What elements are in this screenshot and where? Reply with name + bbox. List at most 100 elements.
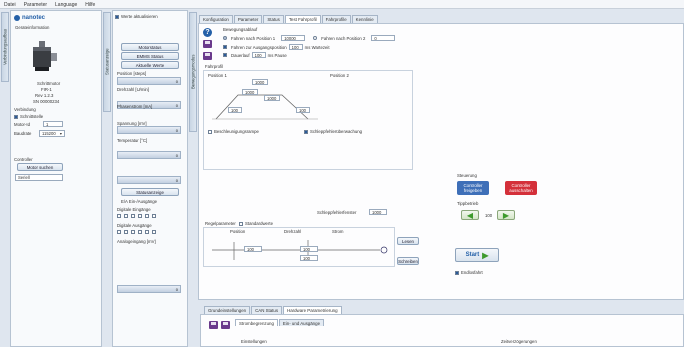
bottom-delay-label: Zeitverzögerungen bbox=[501, 339, 537, 344]
position2-label: Fahren nach Position 2 bbox=[321, 35, 366, 41]
motor-image bbox=[29, 39, 59, 75]
position-value: 0 bbox=[175, 79, 178, 84]
endless-check[interactable]: Endlosfahrt bbox=[455, 270, 483, 275]
error-status-button[interactable]: EMMS Status bbox=[121, 52, 179, 60]
checkbox-icon[interactable] bbox=[115, 14, 119, 19]
vtab-status[interactable]: Statusanzeige bbox=[103, 12, 111, 112]
col-current: Strom bbox=[332, 229, 344, 234]
drift-check[interactable]: Schleppfehlerüberwachung bbox=[304, 129, 362, 134]
device-serial: SN 00000234 bbox=[33, 99, 60, 104]
accel-check[interactable]: Beschleunigungsrampe bbox=[208, 129, 259, 134]
accel-label: Beschleunigungsrampe bbox=[214, 129, 259, 134]
checkbox-icon[interactable] bbox=[14, 114, 18, 119]
checkbox-icon[interactable] bbox=[455, 270, 459, 275]
enable-controller-button[interactable]: Controller freigeben bbox=[457, 181, 489, 195]
control-current-field[interactable]: 100 bbox=[300, 255, 318, 261]
bottom-load-icon[interactable] bbox=[221, 321, 230, 329]
do-6-indicator[interactable] bbox=[152, 230, 156, 234]
tab-profiles[interactable]: Fahrprofile bbox=[321, 15, 351, 23]
save-icon[interactable] bbox=[203, 40, 212, 48]
step-left-button[interactable]: ◀ bbox=[461, 210, 479, 220]
auto-update-check[interactable]: Werte aktualisieren bbox=[115, 14, 158, 19]
profile-header: Fahrprofil bbox=[205, 64, 224, 69]
position1-field[interactable]: 10000 bbox=[281, 35, 306, 41]
loop-check[interactable] bbox=[223, 53, 227, 57]
profile-bot-right-field[interactable]: 100 bbox=[296, 107, 310, 113]
do-2-indicator[interactable] bbox=[124, 230, 128, 234]
menu-bar: Datei Parameter Language Hilfe bbox=[0, 0, 684, 9]
device-hw: Rev 1.2.3 bbox=[35, 93, 54, 98]
loop-label: Dauerlauf bbox=[231, 52, 250, 58]
return-check[interactable] bbox=[223, 45, 227, 49]
bottom-save-icon[interactable] bbox=[209, 321, 218, 329]
tab-status[interactable]: Status bbox=[263, 15, 284, 23]
tab-test-profile[interactable]: Test Fahrprofil bbox=[284, 15, 321, 23]
vtab-motion-mode[interactable]: Bewegungsmodus bbox=[189, 12, 197, 132]
radio-position1[interactable] bbox=[223, 36, 227, 40]
loop-pause-field[interactable]: 100 bbox=[251, 52, 266, 58]
standard-label: Standardwerte bbox=[245, 221, 273, 226]
brand-logo: nanotec bbox=[14, 15, 45, 21]
motor-status-button[interactable]: Motorstatus bbox=[121, 43, 179, 51]
position2-field[interactable]: 0 bbox=[371, 35, 396, 41]
do-5-indicator[interactable] bbox=[145, 230, 149, 234]
tab-parameter[interactable]: Parameter bbox=[233, 15, 263, 23]
inner-tab-io[interactable]: Ein- und Ausgänge bbox=[278, 319, 325, 326]
profile-mid-left-field[interactable]: 1000 bbox=[242, 89, 258, 95]
loop-row: Dauerlauf 100 ms Pause bbox=[223, 52, 287, 58]
return-wait-field[interactable]: 100 bbox=[288, 44, 303, 50]
menu-item-help[interactable]: Hilfe bbox=[85, 2, 95, 8]
profile-col1: Position 1 bbox=[208, 73, 227, 78]
menu-item-parameter[interactable]: Parameter bbox=[24, 2, 47, 8]
vtab-connection[interactable]: Verbindungsaufbau bbox=[1, 12, 9, 82]
menu-item-language[interactable]: Language bbox=[55, 2, 77, 8]
bottom-tab-hardware[interactable]: Hardware Parametrierung bbox=[283, 306, 342, 314]
baud-value: 115200 bbox=[42, 131, 56, 136]
bottom-tab-basic[interactable]: Grundeinstellungen bbox=[204, 306, 251, 314]
profile-mid-right-field[interactable]: 1000 bbox=[264, 95, 280, 101]
radio-position2[interactable] bbox=[313, 36, 318, 40]
inner-tab-current-limit[interactable]: Strombegrenzung bbox=[235, 319, 278, 326]
do-3-indicator[interactable] bbox=[131, 230, 135, 234]
profile-bot-left-field[interactable]: 100 bbox=[228, 107, 242, 113]
connection-auto-label: Schnittstelle bbox=[20, 114, 44, 119]
do-4-indicator[interactable] bbox=[138, 230, 142, 234]
control-speed-field[interactable]: 100 bbox=[300, 246, 318, 252]
voltage-label: Spannung [mV] bbox=[117, 121, 147, 126]
profile-top-field[interactable]: 1000 bbox=[252, 79, 268, 85]
control-header: Regelparameter Standardwerte bbox=[205, 221, 273, 226]
io-status-button[interactable]: Statusanzeige bbox=[121, 188, 179, 196]
control-header-label: Regelparameter bbox=[205, 221, 236, 226]
motor-id-field[interactable]: 1 bbox=[43, 121, 63, 127]
current-values-button[interactable]: Aktuelle Werte bbox=[121, 61, 179, 69]
di-5-indicator bbox=[145, 214, 149, 218]
standard-check[interactable] bbox=[239, 221, 244, 226]
write-button[interactable]: Schreiben bbox=[397, 257, 419, 265]
step-right-button[interactable]: ▶ bbox=[497, 210, 515, 220]
start-label: Start bbox=[465, 252, 480, 258]
help-icon[interactable]: ? bbox=[203, 28, 212, 37]
do-1-indicator[interactable] bbox=[117, 230, 121, 234]
load-icon[interactable] bbox=[203, 52, 212, 60]
drift-field[interactable]: 1000 bbox=[369, 209, 387, 215]
disable-controller-button[interactable]: Controller ausschalten bbox=[505, 181, 537, 195]
main-content: ? Bewegungsablauf Fahren nach Position 1… bbox=[198, 23, 684, 300]
position-label: Position [steps] bbox=[117, 71, 147, 76]
bottom-tab-can[interactable]: CAN Status bbox=[251, 306, 283, 314]
return-row: Fahren zur Ausgangsposition 100 ms Warte… bbox=[223, 44, 330, 50]
endless-label: Endlosfahrt bbox=[461, 270, 483, 275]
start-button[interactable]: Start ▶ bbox=[455, 248, 499, 262]
control-pos-field[interactable]: 100 bbox=[244, 246, 262, 252]
read-button[interactable]: Lesen bbox=[397, 237, 419, 245]
checkbox-icon[interactable] bbox=[304, 129, 308, 134]
tab-configuration[interactable]: Konfiguration bbox=[199, 15, 233, 23]
serial-select[interactable]: Seriell bbox=[15, 174, 63, 181]
menu-item-file[interactable]: Datei bbox=[4, 2, 16, 8]
tab-curve[interactable]: Kennlinie bbox=[351, 15, 378, 23]
connection-auto-check[interactable]: Schnittstelle bbox=[14, 114, 43, 119]
di-3-indicator bbox=[131, 214, 135, 218]
baud-select[interactable]: 115200 ▾ bbox=[39, 130, 65, 137]
motor-search-button[interactable]: Motor suchen bbox=[17, 163, 63, 171]
checkbox-icon[interactable] bbox=[208, 129, 212, 134]
col-speed: Drehzahl bbox=[284, 229, 302, 234]
